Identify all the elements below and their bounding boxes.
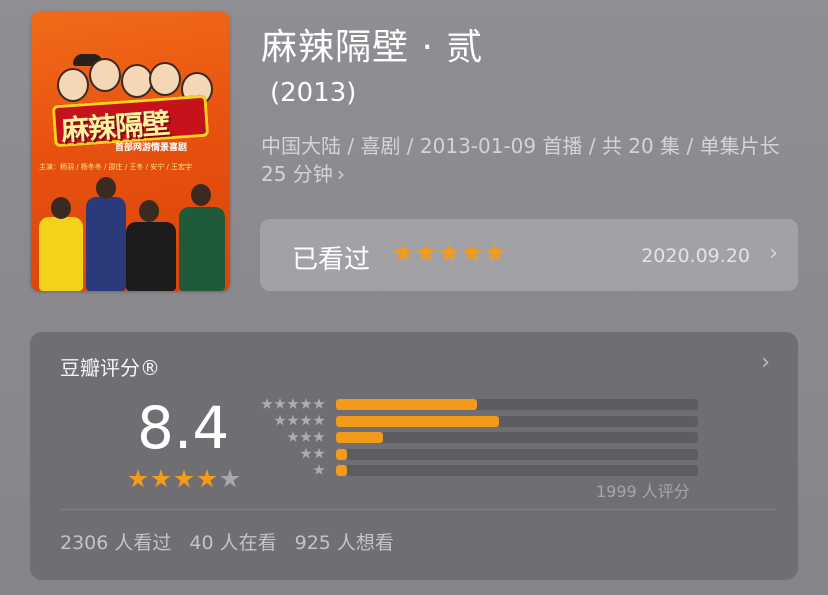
rating-bar-fill <box>336 399 478 410</box>
star-icon <box>300 431 312 442</box>
rating-count: 1999 人评分 <box>596 482 690 501</box>
rating-bar-fill <box>336 465 347 476</box>
rating-bar-row <box>254 398 714 410</box>
watched-date: 2020.09.20 <box>641 245 750 267</box>
row-stars <box>287 431 325 443</box>
star-icon <box>313 431 325 442</box>
star-icon <box>287 398 299 409</box>
my-rating-stars <box>393 243 505 263</box>
rating-bar-fill <box>336 432 384 443</box>
row-stars <box>313 464 325 476</box>
star-icon <box>439 243 459 262</box>
rating-card-title: 豆瓣评分® <box>60 356 160 380</box>
poster-decoration <box>86 197 126 291</box>
chevron-right-icon: › <box>336 162 345 186</box>
star-empty-icon <box>220 469 240 488</box>
poster-decoration <box>96 177 116 199</box>
rating-bar-track <box>336 432 698 443</box>
douban-rating-card[interactable]: 豆瓣评分® › 8.4 1999 人评分 2306 人看过 40 人在看 925… <box>30 332 798 580</box>
rating-bar-track <box>336 399 698 410</box>
poster-decoration <box>39 217 83 291</box>
star-icon <box>128 469 148 488</box>
poster-subtitle: 首部网游情景喜剧 <box>115 143 188 153</box>
poster-decoration <box>179 207 225 291</box>
star-icon <box>393 243 413 262</box>
show-year: (2013) <box>270 78 357 108</box>
star-icon <box>416 243 436 262</box>
poster-decoration <box>51 197 71 219</box>
row-stars <box>274 414 325 427</box>
star-icon <box>174 469 194 488</box>
rating-bar-fill <box>336 448 347 460</box>
star-icon <box>313 398 325 409</box>
star-icon <box>300 447 312 459</box>
watched-status-card[interactable]: 已看过 2020.09.20 › <box>260 219 798 291</box>
poster-decoration <box>139 200 159 222</box>
star-icon <box>287 414 299 426</box>
star-icon <box>485 243 505 262</box>
rating-bar-row <box>254 464 714 476</box>
star-icon <box>462 243 482 262</box>
rating-bar-fill <box>336 415 499 427</box>
star-icon <box>261 398 273 409</box>
poster-decoration <box>126 222 176 291</box>
rating-bar-track <box>336 415 698 427</box>
rating-bar-track <box>336 448 698 460</box>
star-icon <box>151 469 171 488</box>
show-title: 麻辣隔壁 · 贰 <box>261 27 484 68</box>
row-stars <box>261 398 325 410</box>
chevron-right-icon: › <box>769 241 778 266</box>
rating-score-stars <box>128 469 240 489</box>
watched-count: 2306 人看过 <box>60 532 172 554</box>
rating-bar-row <box>254 431 714 443</box>
rating-footer: 2306 人看过 40 人在看 925 人想看 <box>60 528 394 555</box>
poster-image[interactable]: 麻辣隔壁 首部网游情景喜剧 主演：杨羽 / 杨冬冬 / 邵庄 / 王冬 / 安宁… <box>31 12 230 291</box>
poster-decoration <box>57 68 89 102</box>
rating-bar-row <box>254 447 714 460</box>
poster-decoration <box>89 58 121 92</box>
star-icon <box>300 398 312 409</box>
star-icon <box>313 464 325 475</box>
poster-cast: 主演：杨羽 / 杨冬冬 / 邵庄 / 王冬 / 安宁 / 王宏宇 <box>39 163 193 171</box>
poster-decoration <box>191 184 211 206</box>
chevron-right-icon[interactable]: › <box>761 350 770 375</box>
star-icon <box>197 469 217 488</box>
watching-count: 40 人在看 <box>189 532 277 554</box>
want-count: 925 人想看 <box>294 532 394 554</box>
rating-score: 8.4 <box>137 394 230 462</box>
rating-bar-track <box>336 465 698 476</box>
star-icon <box>313 414 325 426</box>
poster-decoration <box>149 62 181 96</box>
star-icon <box>287 431 299 442</box>
star-icon <box>313 447 325 459</box>
row-stars <box>300 447 325 460</box>
show-meta[interactable]: 中国大陆 / 喜剧 / 2013-01-09 首播 / 共 20 集 / 单集片… <box>261 132 801 188</box>
rating-bar-row <box>254 414 714 427</box>
star-icon <box>300 414 312 426</box>
star-icon <box>274 414 286 426</box>
watched-label: 已看过 <box>292 245 371 275</box>
star-icon <box>274 398 286 409</box>
divider <box>60 509 776 510</box>
